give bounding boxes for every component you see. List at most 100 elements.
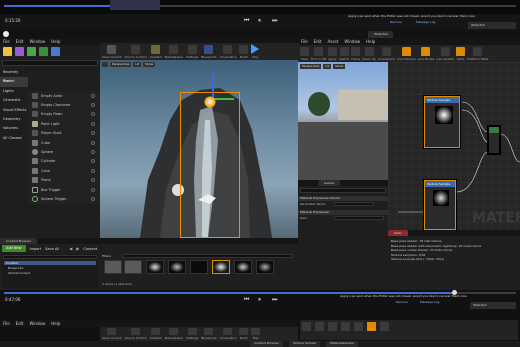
- category-recently-placed[interactable]: Recently Placed: [0, 68, 28, 83]
- cinematics-button[interactable]: Cinematics: [220, 44, 236, 59]
- category-volumes[interactable]: Volumes: [0, 124, 28, 133]
- save-current-button[interactable]: Save Current: [102, 44, 122, 59]
- mat-menu-asset[interactable]: Asset: [327, 39, 338, 44]
- import-button[interactable]: Import: [30, 247, 42, 251]
- bottom-menu-file[interactable]: File: [3, 321, 10, 326]
- list-item[interactable]: Plane: [28, 176, 100, 185]
- taskbar-tab[interactable]: MaterialSample: [326, 341, 358, 347]
- marketplace-button[interactable]: Marketplace: [165, 44, 183, 59]
- category-visual-effects[interactable]: Visual Effects: [0, 106, 28, 115]
- place-mode-icon[interactable]: [3, 47, 12, 56]
- tree-item-starter-content[interactable]: StarterContent: [8, 271, 30, 275]
- category-lights[interactable]: Lights: [0, 87, 28, 96]
- list-item[interactable]: Empty Character: [28, 100, 100, 109]
- category-geometry[interactable]: Geometry: [0, 115, 28, 124]
- back-icon[interactable]: ◀: [69, 246, 72, 251]
- folder-thumbnail[interactable]: [104, 260, 122, 274]
- bottom-recover-button[interactable]: Recover: [396, 300, 408, 304]
- b-source-control-button[interactable]: Source Control: [125, 328, 147, 340]
- platform-stats-button[interactable]: Platform Stats: [467, 46, 488, 61]
- mat-menu-edit[interactable]: Edit: [314, 39, 322, 44]
- filters-button[interactable]: Filters: [102, 254, 111, 258]
- apply-button[interactable]: Apply: [327, 46, 337, 61]
- b-cinematics-button[interactable]: Cinematics: [220, 328, 236, 340]
- top-recover-button[interactable]: Recover: [390, 20, 402, 24]
- b-blueprints-button[interactable]: Blueprints: [201, 328, 217, 340]
- menu-help[interactable]: Help: [51, 39, 60, 44]
- bottom-menu-help[interactable]: Help: [51, 321, 60, 326]
- mat-tab[interactable]: Waterfall: [368, 31, 394, 38]
- foliage-mode-icon[interactable]: [39, 47, 48, 56]
- mat-menu-window[interactable]: Window: [344, 39, 360, 44]
- geometry-mode-icon[interactable]: [51, 47, 60, 56]
- menu-window[interactable]: Window: [29, 39, 45, 44]
- live-nodes-button[interactable]: Live Nodes: [418, 46, 434, 61]
- mat-show-button[interactable]: Show: [333, 64, 346, 69]
- tool-icon[interactable]: [328, 322, 337, 331]
- home-button[interactable]: Home: [351, 46, 361, 61]
- tool-icon[interactable]: [380, 322, 389, 331]
- asset-search-input[interactable]: [122, 254, 292, 258]
- tool-icon[interactable]: [315, 322, 324, 331]
- find-in-cb-button[interactable]: Find in CB: [311, 46, 326, 61]
- mat-lit-button[interactable]: Lit: [323, 64, 332, 69]
- taskbar-tab[interactable]: Texture Sample: [289, 341, 321, 347]
- list-item[interactable]: Empty Actor: [28, 91, 100, 100]
- asset-thumbnail[interactable]: [256, 260, 274, 274]
- texture-sample-node[interactable]: Texture Sample: [424, 96, 460, 148]
- category-cinematic[interactable]: Cinematic: [0, 96, 28, 105]
- desc-input[interactable]: [334, 216, 384, 220]
- bottom-menu-window[interactable]: Window: [29, 321, 45, 326]
- tool-icon[interactable]: [341, 322, 350, 331]
- asset-thumbnail[interactable]: [234, 260, 252, 274]
- bottom-prev-icon[interactable]: ⏮: [244, 296, 249, 304]
- taskbar-tab[interactable]: Content Browser: [250, 341, 284, 347]
- content-button[interactable]: Content: [150, 44, 162, 59]
- mat-perspective-button[interactable]: Perspective: [300, 64, 322, 69]
- landscape-mode-icon[interactable]: [27, 47, 36, 56]
- list-item[interactable]: Cone: [28, 166, 100, 175]
- list-item[interactable]: Point Light: [28, 119, 100, 128]
- material-graph[interactable]: Texture Sample Texture Sample MATER: [388, 62, 520, 230]
- asset-thumbnail-selected[interactable]: [212, 260, 230, 274]
- bottom-status[interactable]: Waterfall: [470, 302, 516, 309]
- clean-up-button[interactable]: Clean Up: [362, 46, 376, 61]
- list-item[interactable]: Empty Pawn: [28, 110, 100, 119]
- category-all-classes[interactable]: All Classes: [0, 134, 28, 143]
- live-update-button[interactable]: Live Update: [436, 46, 454, 61]
- mat-menu-file[interactable]: File: [301, 39, 308, 44]
- list-item[interactable]: Sphere: [28, 147, 100, 156]
- details-search-input[interactable]: [300, 188, 386, 193]
- b-play-button[interactable]: Play: [251, 328, 261, 340]
- list-item[interactable]: Cylinder: [28, 157, 100, 166]
- tool-icon[interactable]: [354, 322, 363, 331]
- tab-stats[interactable]: Stats: [388, 230, 408, 236]
- bottom-menu-edit[interactable]: Edit: [16, 321, 24, 326]
- tool-icon[interactable]: [367, 322, 376, 331]
- parameter-name-input[interactable]: [334, 202, 374, 206]
- list-item[interactable]: Sphere Trigger: [28, 194, 100, 203]
- b-build-button[interactable]: Build: [239, 328, 249, 340]
- mat-save-button[interactable]: Save: [300, 46, 309, 61]
- level-viewport[interactable]: Perspective Lit Show: [100, 60, 298, 238]
- save-all-button[interactable]: Save All: [45, 247, 59, 251]
- settings-button[interactable]: Settings: [186, 44, 198, 59]
- top-next-icon[interactable]: ⏭: [272, 17, 277, 25]
- top-prev-icon[interactable]: ⏮: [244, 17, 249, 25]
- bottom-next-icon[interactable]: ⏭: [272, 296, 277, 304]
- list-item[interactable]: Cube: [28, 138, 100, 147]
- tool-icon[interactable]: [302, 322, 311, 331]
- tab-content-browser[interactable]: Content Browser: [0, 238, 38, 244]
- modes-search-input[interactable]: [2, 60, 98, 66]
- asset-thumbnail[interactable]: [146, 260, 164, 274]
- top-message-log-button[interactable]: Message Log: [416, 20, 435, 24]
- add-new-button[interactable]: Add New: [2, 245, 26, 252]
- forward-icon[interactable]: ▶: [76, 246, 79, 251]
- math-node[interactable]: [488, 126, 500, 154]
- play-button[interactable]: Play: [251, 44, 260, 59]
- breadcrumb[interactable]: Content: [83, 247, 97, 251]
- bottom-pause-icon[interactable]: ⏸: [258, 296, 261, 304]
- asset-thumbnail[interactable]: [190, 260, 208, 274]
- search-button[interactable]: Search: [339, 46, 349, 61]
- connectors-button[interactable]: Connectors: [378, 46, 395, 61]
